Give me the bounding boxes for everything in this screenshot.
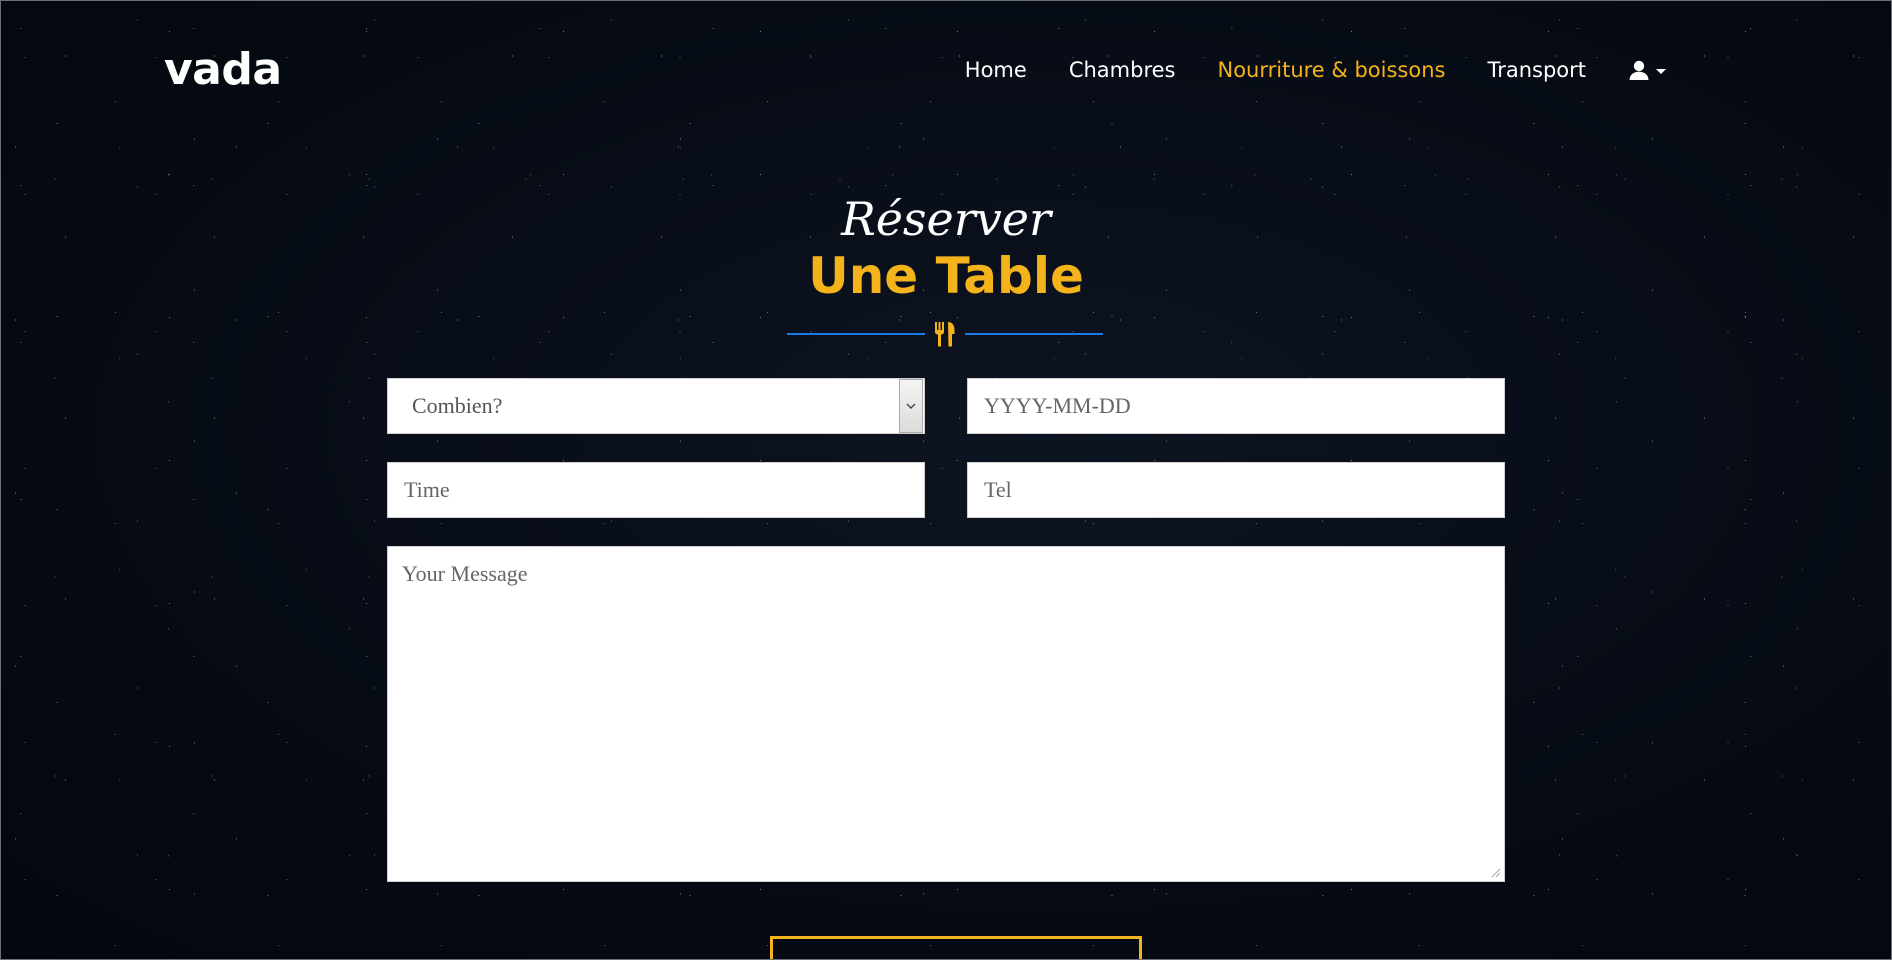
nav-item-home[interactable]: Home (965, 58, 1027, 82)
nav-item-nourriture-boissons[interactable]: Nourriture & boissons (1217, 58, 1445, 82)
user-menu-toggle[interactable] (1628, 59, 1666, 81)
heading-subtitle: Réserver (841, 192, 1051, 246)
tel-input[interactable] (968, 463, 1504, 517)
select-arrow-button[interactable] (899, 379, 923, 433)
message-textarea[interactable] (388, 547, 1504, 881)
nav-item-transport[interactable]: Transport (1487, 58, 1586, 82)
divider-line-left (787, 333, 925, 335)
resize-grip-icon[interactable] (1490, 867, 1500, 877)
time-field-wrapper (387, 462, 925, 518)
submit-button[interactable] (770, 936, 1142, 960)
divider-line-right (965, 333, 1103, 335)
chevron-down-icon (1656, 69, 1666, 74)
time-input[interactable] (388, 463, 924, 517)
guests-select-value: Combien? (412, 393, 503, 418)
utensils-icon (925, 321, 965, 347)
brand-logo[interactable]: vada (164, 44, 282, 95)
main-nav: Home Chambres Nourriture & boissons Tran… (923, 58, 1666, 82)
date-input[interactable] (968, 379, 1504, 433)
heading-divider (782, 321, 1108, 347)
message-field-wrapper (387, 546, 1505, 882)
tel-field-wrapper (967, 462, 1505, 518)
nav-item-chambres[interactable]: Chambres (1069, 58, 1176, 82)
date-field-wrapper (967, 378, 1505, 434)
user-icon (1629, 60, 1649, 80)
chevron-down-icon (906, 403, 916, 409)
guests-select[interactable]: Combien? (387, 378, 925, 434)
heading-title: Une Table (808, 247, 1084, 305)
reservation-heading: Réserver Une Table (0, 196, 1892, 303)
